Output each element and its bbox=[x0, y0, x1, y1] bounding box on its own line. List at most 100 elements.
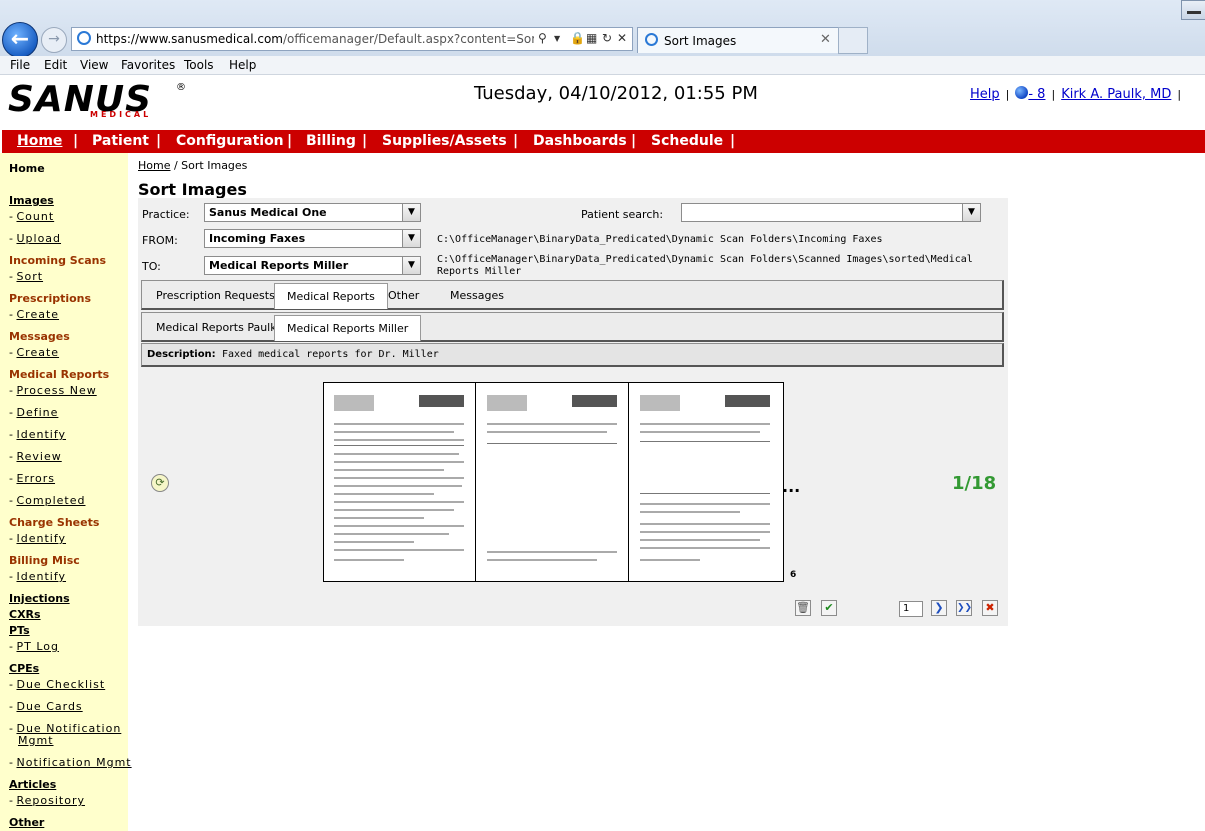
sidebar-home[interactable]: Home bbox=[9, 162, 45, 175]
sidebar-heading-messages: Messages bbox=[9, 330, 70, 343]
url-text[interactable]: https://www.sanusmedical.com/officemanag… bbox=[96, 32, 534, 46]
current-datetime: Tuesday, 04/10/2012, 01:55 PM bbox=[474, 83, 758, 104]
patient-search-label: Patient search: bbox=[581, 208, 664, 221]
forward-arrow-icon[interactable]: → bbox=[41, 27, 67, 53]
sidebar-item-due-notification-line2[interactable]: Mgmt bbox=[18, 734, 54, 747]
menu-file[interactable]: File bbox=[10, 58, 30, 72]
to-folder-select[interactable]: Medical Reports Miller ▼ bbox=[204, 256, 421, 275]
nav-dashboards[interactable]: Dashboards bbox=[533, 133, 627, 149]
from-label: FROM: bbox=[142, 234, 178, 247]
menu-bar: File Edit View Favorites Tools Help bbox=[0, 56, 1205, 75]
nav-supplies-assets[interactable]: Supplies/Assets bbox=[382, 133, 507, 149]
sidebar-item-due-cards[interactable]: - Due Cards bbox=[9, 700, 83, 713]
sidebar-item-review[interactable]: - Review bbox=[9, 450, 62, 463]
sidebar-cpes[interactable]: CPEs bbox=[9, 662, 39, 675]
sidebar-item-identify[interactable]: - Identify bbox=[9, 428, 66, 441]
sidebar-other[interactable]: Other bbox=[9, 816, 44, 829]
sidebar-item-pt-log[interactable]: - PT Log bbox=[9, 640, 59, 653]
cancel-icon[interactable]: ✖ bbox=[982, 600, 998, 616]
sidebar-articles[interactable]: Articles bbox=[9, 778, 56, 791]
user-name-link[interactable]: Kirk A. Paulk, MD bbox=[1061, 87, 1171, 102]
sidebar-item-sort[interactable]: - Sort bbox=[9, 270, 43, 283]
sidebar-images[interactable]: Images bbox=[9, 194, 54, 207]
sidebar-item-completed[interactable]: - Completed bbox=[9, 494, 85, 507]
browser-tab[interactable]: Sort Images ✕ bbox=[637, 27, 839, 53]
sidebar-cxrs[interactable]: CXRs bbox=[9, 608, 41, 621]
nav-patient[interactable]: Patient bbox=[92, 133, 149, 149]
nav-home[interactable]: Home bbox=[17, 133, 62, 149]
document-page-thumbnail[interactable] bbox=[324, 383, 476, 581]
sidebar-item-repository[interactable]: - Repository bbox=[9, 794, 85, 807]
lock-icon[interactable]: 🔒 bbox=[570, 31, 585, 45]
tab-medical-reports[interactable]: Medical Reports bbox=[274, 283, 388, 309]
back-arrow-icon[interactable]: ← bbox=[2, 22, 38, 58]
help-link[interactable]: Help bbox=[970, 87, 1000, 102]
last-icon[interactable]: ❯❯ bbox=[956, 600, 972, 616]
patient-search-combobox[interactable]: ▼ bbox=[681, 203, 981, 222]
sidebar-item-upload[interactable]: - Upload bbox=[9, 232, 61, 245]
header-links: Help | - 8 | Kirk A. Paulk, MD | bbox=[970, 86, 1182, 102]
tab-messages[interactable]: Messages bbox=[438, 283, 516, 309]
sanus-logo: SANUS ® MEDICAL bbox=[8, 79, 186, 120]
sidebar-pts[interactable]: PTs bbox=[9, 624, 30, 637]
menu-view[interactable]: View bbox=[80, 58, 108, 72]
sidebar-item-due-checklist[interactable]: - Due Checklist bbox=[9, 678, 105, 691]
page-number-input[interactable]: 1 bbox=[899, 601, 923, 617]
sidebar-item-messages-create[interactable]: - Create bbox=[9, 346, 59, 359]
sidebar-heading-charge-sheets: Charge Sheets bbox=[9, 516, 100, 529]
sidebar-item-errors[interactable]: - Errors bbox=[9, 472, 55, 485]
nav-configuration[interactable]: Configuration bbox=[176, 133, 284, 149]
window-minimize-button[interactable] bbox=[1181, 0, 1205, 20]
trash-icon[interactable]: 🗑 bbox=[795, 600, 811, 616]
chevron-down-icon[interactable]: ▼ bbox=[402, 230, 420, 247]
compat-view-icon[interactable]: ▦ bbox=[586, 31, 597, 45]
menu-favorites[interactable]: Favorites bbox=[121, 58, 175, 72]
address-bar[interactable]: https://www.sanusmedical.com/officemanag… bbox=[71, 27, 633, 51]
close-icon[interactable]: ✕ bbox=[820, 32, 831, 47]
tab-title: Sort Images bbox=[664, 34, 737, 48]
sidebar-injections[interactable]: Injections bbox=[9, 592, 70, 605]
check-icon[interactable]: ✔ bbox=[821, 600, 837, 616]
next-icon[interactable]: ❯ bbox=[931, 600, 947, 616]
sidebar-item-process-new[interactable]: - Process New bbox=[9, 384, 97, 397]
search-icon[interactable]: ⚲ bbox=[538, 31, 547, 45]
chevron-down-icon[interactable]: ▼ bbox=[402, 204, 420, 221]
new-tab-button[interactable] bbox=[838, 27, 868, 54]
stop-icon[interactable]: ✕ bbox=[617, 31, 627, 45]
sidebar-item-define[interactable]: - Define bbox=[9, 406, 58, 419]
page-title: Sort Images bbox=[138, 180, 247, 199]
menu-tools[interactable]: Tools bbox=[184, 58, 214, 72]
breadcrumb: Home / Sort Images bbox=[138, 159, 248, 172]
dropdown-arrow-icon[interactable]: ▼ bbox=[554, 34, 560, 43]
tab-other[interactable]: Other bbox=[376, 283, 431, 309]
description-value: Faxed medical reports for Dr. Miller bbox=[222, 349, 439, 360]
sidebar-item-count[interactable]: - Count bbox=[9, 210, 54, 223]
document-page-thumbnail[interactable] bbox=[630, 383, 783, 581]
tab-medical-reports-miller[interactable]: Medical Reports Miller bbox=[274, 315, 422, 341]
chevron-down-icon[interactable]: ▼ bbox=[962, 204, 980, 221]
nav-billing[interactable]: Billing bbox=[306, 133, 356, 149]
nav-schedule[interactable]: Schedule bbox=[651, 133, 723, 149]
sidebar-item-billing-identify[interactable]: - Identify bbox=[9, 570, 66, 583]
sidebar-item-notification-mgmt[interactable]: - Notification Mgmt bbox=[9, 756, 132, 769]
to-folder-path: C:\OfficeManager\BinaryData_Predicated\D… bbox=[437, 254, 973, 265]
more-pages-indicator: ... bbox=[782, 477, 801, 496]
sidebar-heading-prescriptions: Prescriptions bbox=[9, 292, 92, 305]
practice-select[interactable]: Sanus Medical One ▼ bbox=[204, 203, 421, 222]
document-page-thumbnail[interactable] bbox=[477, 383, 629, 581]
sidebar-item-charge-identify[interactable]: - Identify bbox=[9, 532, 66, 545]
tab-prescription-requests[interactable]: Prescription Requests bbox=[144, 283, 287, 309]
chevron-down-icon[interactable]: ▼ bbox=[402, 257, 420, 274]
sidebar-item-prescriptions-create[interactable]: - Create bbox=[9, 308, 59, 321]
document-counter: 1/18 bbox=[952, 473, 997, 494]
refresh-icon[interactable]: ↻ bbox=[602, 31, 612, 45]
messages-count-link[interactable]: - 8 bbox=[1028, 87, 1045, 102]
document-thumbnails[interactable] bbox=[323, 382, 784, 582]
globe-icon[interactable] bbox=[1015, 86, 1029, 99]
from-folder-select[interactable]: Incoming Faxes ▼ bbox=[204, 229, 421, 248]
rotate-icon[interactable]: ⟳ bbox=[151, 474, 169, 492]
menu-help[interactable]: Help bbox=[229, 58, 256, 72]
breadcrumb-home-link[interactable]: Home bbox=[138, 159, 170, 172]
tab-medical-reports-paulk[interactable]: Medical Reports Paulk bbox=[144, 315, 289, 341]
menu-edit[interactable]: Edit bbox=[44, 58, 67, 72]
